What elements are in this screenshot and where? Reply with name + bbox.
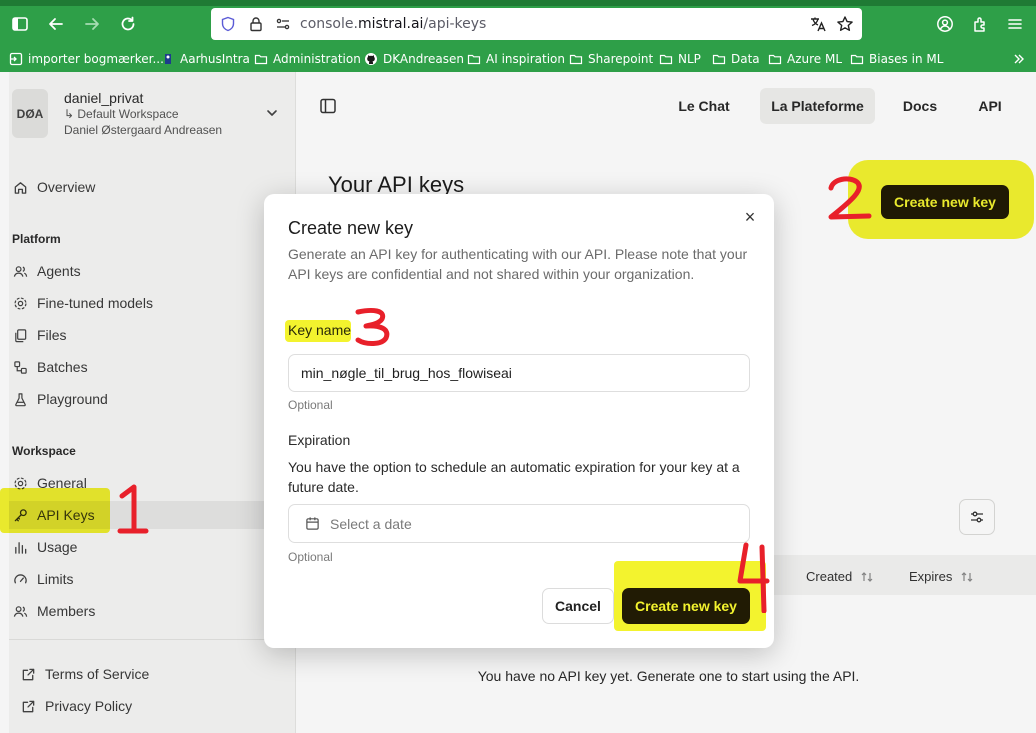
sidebar-toggle-icon[interactable]: [8, 12, 32, 36]
bookmark-sharepoint[interactable]: Sharepoint: [569, 51, 653, 67]
bookmark-import[interactable]: importer bogmærker...: [9, 51, 164, 67]
bookmark-aarhusintra[interactable]: AarhusIntra: [161, 51, 250, 67]
translate-icon[interactable]: [809, 15, 827, 33]
lock-icon[interactable]: [248, 16, 264, 32]
browser-toolbar: console.mistral.ai/api-keys importer bog…: [0, 0, 1036, 72]
forward-icon[interactable]: [80, 12, 104, 36]
import-icon: [9, 52, 23, 66]
expiration-optional-hint: Optional: [288, 550, 333, 564]
create-key-submit-button[interactable]: Create new key: [622, 588, 750, 624]
shield-icon[interactable]: [220, 16, 236, 32]
bookmark-azure-ml[interactable]: Azure ML: [768, 51, 842, 67]
expiration-label: Expiration: [288, 432, 351, 448]
reload-icon[interactable]: [116, 12, 140, 36]
cancel-button[interactable]: Cancel: [542, 588, 614, 624]
bookmark-biases-in-ml[interactable]: Biases in ML: [850, 51, 943, 67]
bookmark-nlp[interactable]: NLP: [659, 51, 701, 67]
extensions-icon[interactable]: [969, 12, 993, 36]
bookmark-administration[interactable]: Administration: [254, 51, 361, 67]
url-text: console.mistral.ai/api-keys: [300, 16, 487, 32]
folder-icon: [254, 54, 268, 65]
create-key-dialog: Create new key × Generate an API key for…: [264, 194, 774, 648]
folder-icon: [467, 54, 481, 65]
github-icon: [365, 53, 377, 65]
back-icon[interactable]: [44, 12, 68, 36]
account-icon[interactable]: [933, 12, 957, 36]
close-icon[interactable]: ×: [742, 208, 758, 226]
key-name-input[interactable]: [288, 354, 750, 392]
expiration-description: You have the option to schedule an autom…: [288, 459, 740, 495]
expiration-date-picker[interactable]: Select a date: [288, 504, 750, 543]
bookmark-star-icon[interactable]: [836, 15, 854, 33]
tab-strip-edge: [0, 0, 1036, 6]
bookmark-data[interactable]: Data: [712, 51, 760, 67]
bookmarks-overflow-icon[interactable]: [1012, 51, 1026, 67]
calendar-icon: [306, 517, 319, 530]
menu-icon[interactable]: [1003, 12, 1027, 36]
key-name-optional-hint: Optional: [288, 398, 333, 412]
date-placeholder: Select a date: [330, 515, 412, 532]
folder-icon: [712, 54, 726, 65]
site-permissions-icon[interactable]: [275, 16, 291, 32]
site-icon: [165, 54, 171, 64]
folder-icon: [659, 54, 673, 65]
folder-icon: [768, 54, 782, 65]
key-name-label: Key name: [288, 322, 352, 338]
dialog-title: Create new key: [288, 218, 414, 238]
dialog-description: Generate an API key for authenticating w…: [288, 246, 748, 282]
bookmark-dkandreasen[interactable]: DKAndreasen: [364, 51, 464, 67]
folder-icon: [850, 54, 864, 65]
folder-icon: [569, 54, 583, 65]
bookmark-ai-inspiration[interactable]: AI inspiration: [467, 51, 565, 67]
address-bar[interactable]: console.mistral.ai/api-keys: [211, 8, 862, 40]
bookmarks-bar: importer bogmærker... AarhusIntra Admini…: [0, 47, 1036, 71]
